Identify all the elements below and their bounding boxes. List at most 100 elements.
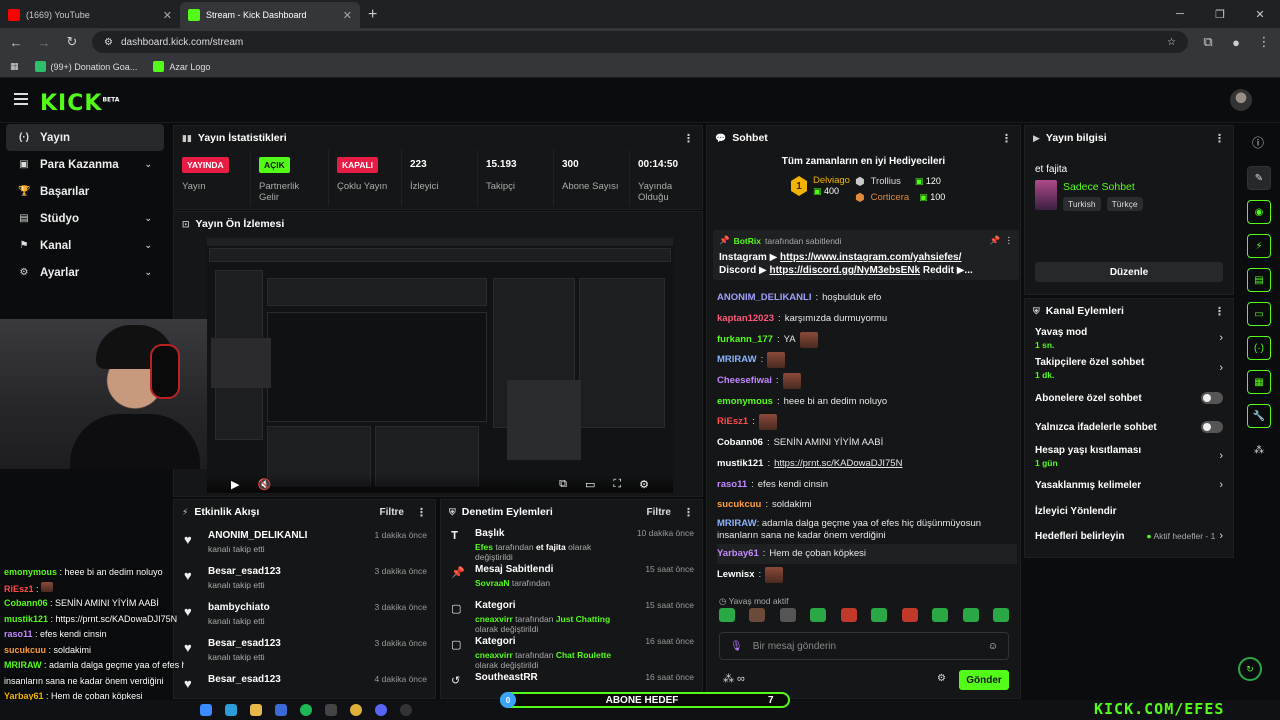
emote[interactable] — [840, 608, 857, 622]
avatar[interactable] — [1230, 89, 1252, 111]
folder-icon[interactable] — [250, 704, 262, 716]
sidebar-item-yayin[interactable]: (·) Yayın — [6, 124, 164, 151]
emote-only-toggle[interactable] — [1201, 421, 1223, 433]
site-info-icon[interactable]: ⚙ — [104, 37, 113, 48]
followers-only-row[interactable]: Takipçilere özel sohbet 1 dk. › — [1025, 353, 1233, 383]
chat-message[interactable]: kaptan12023: karşımızda durmuyormu — [717, 309, 1017, 330]
forward-icon[interactable]: → — [36, 35, 52, 50]
chat-settings-icon[interactable]: ⚙ — [937, 673, 946, 684]
bolt-icon[interactable]: ⚡ — [1247, 234, 1271, 258]
close-icon[interactable]: ✕ — [163, 9, 172, 22]
more-options-icon[interactable]: ⋮ — [1214, 132, 1225, 145]
subscribers-only-toggle[interactable] — [1201, 392, 1223, 404]
profile-icon[interactable]: ● — [1228, 35, 1244, 50]
chat-message[interactable]: RiEsz1: — [717, 412, 1017, 433]
info-icon[interactable]: ⓘ — [1252, 134, 1264, 151]
extensions-icon[interactable]: ⧉ — [1200, 34, 1216, 50]
chat-message[interactable]: mustik121: https://prnt.sc/KADowaDJI75N — [717, 454, 1017, 475]
mute-icon[interactable]: 🔇 — [257, 478, 271, 491]
sidebar-item-para-kazanma[interactable]: ▣ Para Kazanma ⌄ — [6, 151, 164, 178]
host-row[interactable]: İzleyici Yönlendir — [1025, 499, 1233, 523]
emote[interactable] — [992, 608, 1009, 622]
stream-preview-video[interactable]: ▶ 🔇 ⧉ ▭ ⛶ ⚙ — [207, 238, 673, 493]
emote[interactable] — [871, 608, 888, 622]
discord-icon[interactable] — [375, 704, 387, 716]
emote[interactable] — [749, 608, 766, 622]
more-options-icon[interactable]: ⋮ — [683, 506, 694, 519]
more-options-icon[interactable]: ⋮ — [1214, 305, 1225, 318]
chat-message[interactable]: Lewnisx: — [717, 564, 1017, 585]
hamburger-menu-icon[interactable] — [14, 93, 28, 108]
emote[interactable] — [962, 608, 979, 622]
pinned-message[interactable]: 📌 BotRix tarafından sabitlendi 📌 ⋮ Instagram… — [713, 230, 1019, 280]
slow-mode-row[interactable]: Yavaş mod 1 sn. › — [1025, 323, 1233, 353]
close-window-icon[interactable]: ✕ — [1240, 0, 1280, 28]
tab-youtube[interactable]: (1669) YouTube ✕ — [0, 2, 180, 28]
url-field[interactable]: ⚙ dashboard.kick.com/stream ☆ — [92, 31, 1188, 53]
bookmark-star-icon[interactable]: ☆ — [1167, 37, 1176, 48]
more-options-icon[interactable]: ⋮ — [416, 506, 427, 519]
tab-kick-dashboard[interactable]: Stream - Kick Dashboard ✕ — [180, 2, 360, 28]
chrome-icon[interactable] — [350, 704, 362, 716]
chat-icon[interactable]: ▭ — [1247, 302, 1271, 326]
document-icon[interactable]: ▤ — [1247, 268, 1271, 292]
sidebar-item-basarilar[interactable]: 🏆 Başarılar — [6, 178, 164, 205]
banned-words-row[interactable]: Yasaklanmış kelimeler › — [1025, 471, 1233, 499]
emote[interactable] — [932, 608, 949, 622]
chat-message[interactable]: Yarbay61: Hem de çoban köpkesi — [717, 543, 1017, 565]
obs-icon[interactable] — [400, 704, 412, 716]
back-icon[interactable]: ← — [8, 35, 24, 50]
sidebar-item-ayarlar[interactable]: ⚙ Ayarlar ⌄ — [6, 259, 164, 286]
fullscreen-icon[interactable]: ⛶ — [613, 478, 621, 491]
minimize-icon[interactable]: ─ — [1160, 0, 1200, 28]
edit-button[interactable]: Düzenle — [1035, 262, 1223, 282]
broadcast-icon[interactable]: (·) — [1247, 336, 1271, 360]
emote[interactable] — [901, 608, 918, 622]
emote[interactable] — [719, 608, 735, 622]
chat-input[interactable]: 🎙 Bir mesaj gönderin ☺ — [719, 632, 1009, 660]
chat-message[interactable]: MRIRAW: adamla dalga geçme yaa of efes h… — [717, 516, 1017, 544]
send-button[interactable]: Gönder — [959, 670, 1009, 690]
emote[interactable] — [779, 608, 796, 622]
chat-message[interactable]: ANONIM_DELIKANLI: hoşbulduk efo — [717, 288, 1017, 309]
chat-message[interactable]: sucukcuu: soldakimi — [717, 495, 1017, 516]
emote[interactable] — [810, 608, 827, 622]
layout-icon[interactable]: ▦ — [1247, 370, 1271, 394]
windows-icon[interactable] — [200, 704, 212, 716]
reload-icon[interactable]: ↻ — [64, 34, 80, 50]
emoji-icon[interactable]: ☺ — [988, 641, 998, 652]
mail-icon[interactable] — [275, 704, 287, 716]
gear-icon[interactable]: ⚙ — [639, 478, 649, 491]
bookmark-azar[interactable]: Azar Logo — [153, 61, 210, 72]
theater-icon[interactable]: ▭ — [585, 478, 595, 491]
camera-icon[interactable]: ◉ — [1247, 200, 1271, 224]
wrench-icon[interactable]: 🔧 — [1247, 404, 1271, 428]
sidebar-item-kanal[interactable]: ⚑ Kanal ⌄ — [6, 232, 164, 259]
unpin-icon[interactable]: 📌 — [990, 235, 1001, 246]
bookmark-donation[interactable]: (99+) Donation Goa... — [34, 61, 137, 72]
points-icon[interactable]: ⁂ ∞ — [723, 672, 745, 685]
goals-row[interactable]: Hedefleri belirleyin ● Aktif hedefler - 1… — [1025, 523, 1233, 549]
sidebar-item-studyo[interactable]: ▤ Stüdyo ⌄ — [6, 205, 164, 232]
play-icon[interactable]: ▶ — [231, 478, 239, 491]
chat-message[interactable]: Cheesefiwai: — [717, 371, 1017, 392]
pencil-icon[interactable]: ✎ — [1247, 166, 1271, 190]
close-icon[interactable]: ✕ — [343, 9, 352, 22]
pip-icon[interactable]: ⧉ — [559, 478, 567, 491]
microphone-icon[interactable]: 🎙 — [730, 641, 743, 652]
filter-button[interactable]: Filtre — [647, 507, 671, 518]
spotify-icon[interactable] — [300, 704, 312, 716]
chat-message[interactable]: MRIRAW: — [717, 350, 1017, 371]
chat-message[interactable]: raso11: efes kendi cinsin — [717, 474, 1017, 495]
chat-message[interactable]: furkann_177: YA — [717, 329, 1017, 350]
account-age-row[interactable]: Hesap yaşı kısıtlaması 1 gün › — [1025, 441, 1233, 471]
more-options-icon[interactable]: ⋮ — [1001, 132, 1012, 145]
category-name[interactable]: Sadece Sohbet — [1063, 181, 1135, 193]
chat-message[interactable]: Cobann06: SENİN AMINI YİYİM AABİ — [717, 433, 1017, 454]
filter-button[interactable]: Filtre — [380, 507, 404, 518]
chat-message[interactable]: emonymous: heee bi an dedim noluyo — [717, 391, 1017, 412]
more-options-icon[interactable]: ⋮ — [1005, 235, 1014, 246]
kick-logo[interactable]: KICKBETA — [40, 91, 119, 116]
apps-icon[interactable]: ▦ — [10, 61, 19, 72]
media-icon[interactable] — [325, 704, 337, 716]
